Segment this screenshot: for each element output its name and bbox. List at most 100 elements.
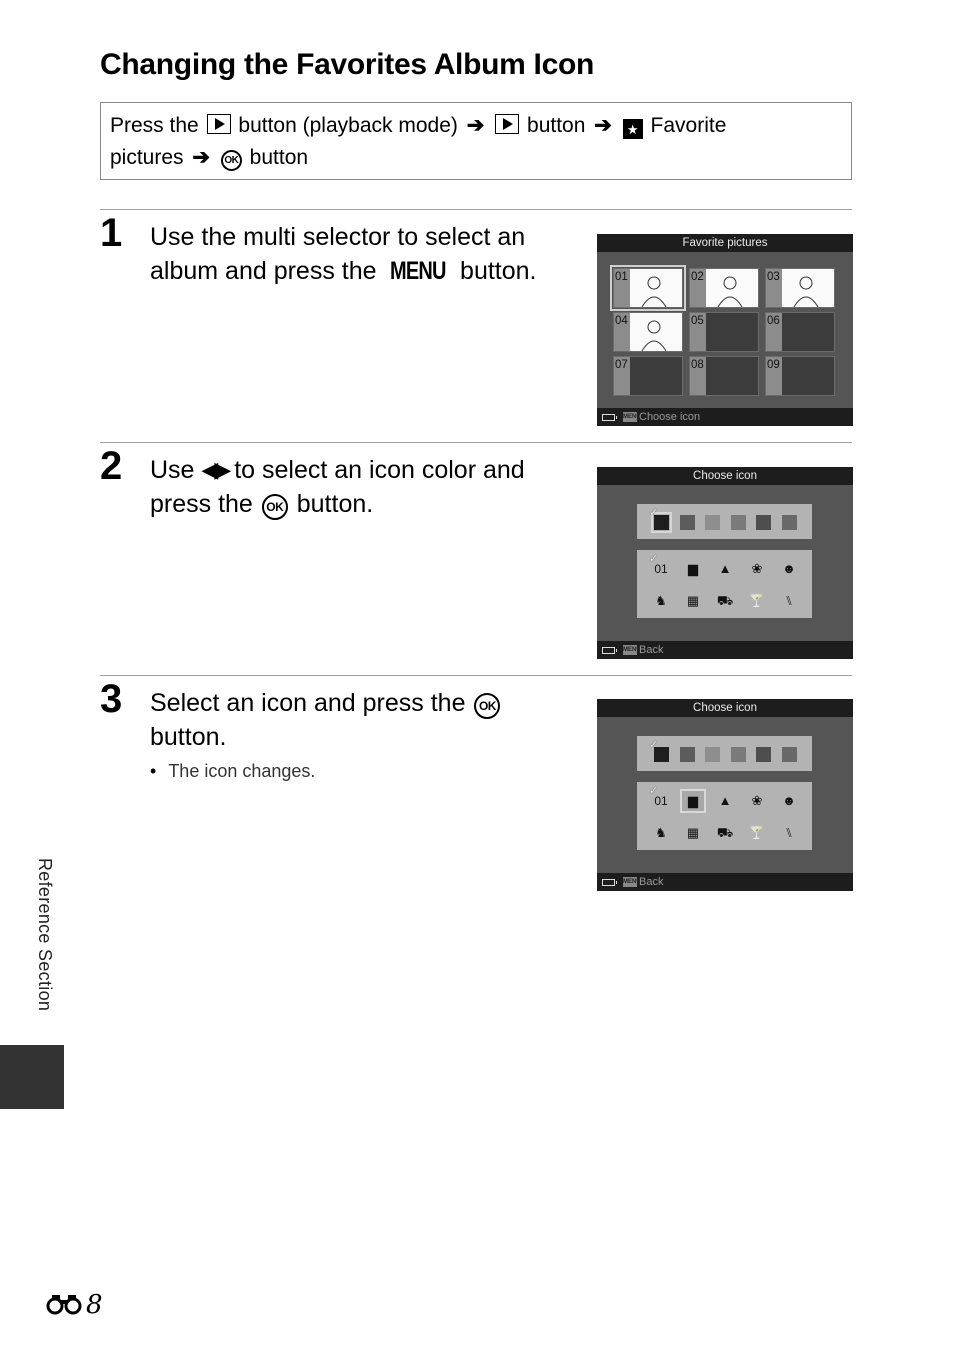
screen-header: Favorite pictures [597,234,853,252]
color-swatch[interactable] [705,747,720,762]
album-empty [630,357,682,395]
step-text-part: button. [460,257,537,285]
divider [100,675,852,676]
album-cell[interactable]: 03 [765,268,835,308]
divider [100,442,852,443]
path-text: button [527,114,586,137]
flower-icon[interactable]: ❀ [746,559,768,579]
step-text: Select an icon and press the OK button. [150,686,570,754]
car-icon[interactable]: ⛟ [714,591,736,611]
choose-icon-select-screen: Choose icon ✓ 01 ▆ ▲ ❀ ☻ ♞ ▦ ⛟ 🍸 ⑊ ✓ MENU Back [597,699,853,891]
album-thumbnail [630,269,682,308]
album-thumbnail [782,269,834,308]
album-number: 08 [690,357,706,395]
step-text-part: button. [150,723,227,751]
album-number: 03 [766,269,782,307]
arrow-icon: ➔ [594,114,612,137]
color-swatch[interactable] [730,515,746,530]
pet-icon[interactable]: ♞ [650,823,672,843]
color-panel: ✓ [637,736,812,771]
check-icon: ✓ [649,739,659,751]
screen-footer: MENU Choose icon [597,408,853,426]
building-icon[interactable]: ▦ [682,823,704,843]
color-swatch[interactable] [781,747,797,762]
playback-button-icon [495,114,520,134]
check-icon: ✓ [649,785,659,797]
flower-icon[interactable]: ❀ [746,791,768,811]
playback-button-icon [206,114,231,134]
step-text-part: Select an icon and press the [150,689,466,717]
album-number: 07 [614,357,630,395]
face-icon[interactable]: ☻ [778,559,800,579]
step-number: 1 [100,211,123,255]
color-swatch[interactable] [705,515,720,530]
album-cell[interactable]: 05 [689,312,759,352]
page-number-value: 8 [86,1290,103,1320]
screen-header: Choose icon [597,699,853,717]
check-icon: ✓ [649,507,659,519]
color-swatch[interactable] [679,747,695,762]
fork-knife-icon[interactable]: ⑊ [778,591,800,611]
battery-icon [602,879,617,886]
album-thumbnail [630,313,682,352]
briefcase-icon[interactable]: ▆ [682,559,704,579]
color-swatch[interactable] [679,515,695,530]
ok-button-icon: OK [474,693,501,719]
album-cell[interactable]: 07 [613,356,683,396]
face-icon[interactable]: ☻ [778,791,800,811]
car-icon[interactable]: ⛟ [714,823,736,843]
color-swatch[interactable] [730,747,746,762]
path-text: Favorite [650,114,727,137]
album-empty [782,313,834,351]
path-text: button [249,146,309,169]
cocktail-icon[interactable]: 🍸 [746,823,768,843]
arrow-icon: ➔ [192,146,210,169]
mountain-icon[interactable]: ▲ [714,559,736,579]
briefcase-icon[interactable]: ▆ [680,789,706,813]
color-swatch[interactable] [781,515,797,530]
favorite-pictures-screen: Favorite pictures 01 02 03 04 05 06 07 08 09 MEN… [597,234,853,426]
cocktail-icon[interactable]: 🍸 [746,591,768,611]
left-right-arrows-icon: ◀▶ [201,457,231,482]
screen-footer: MENU Back [597,873,853,891]
album-cell[interactable]: 04 [613,312,683,352]
fork-knife-icon[interactable]: ⑊ [778,823,800,843]
icon-panel: 01 ▆ ▲ ❀ ☻ ♞ ▦ ⛟ 🍸 ⑊ ✓ [637,550,812,618]
choose-icon-color-screen: Choose icon ✓ 01 ▆ ▲ ❀ ☻ ♞ ▦ ⛟ 🍸 ⑊ ✓ MENU Back [597,467,853,659]
page-number: 8 [46,1290,103,1322]
album-empty [706,357,758,395]
color-swatch[interactable] [756,747,771,762]
album-thumbnail [706,269,758,308]
color-swatch[interactable] [756,515,771,530]
album-number: 06 [766,313,782,351]
album-cell[interactable]: 09 [765,356,835,396]
menu-path-box: Press the button (playback mode) ➔ butto… [100,102,852,180]
menu-badge-icon: MENU [623,877,641,887]
album-cell[interactable]: 08 [689,356,759,396]
album-cell[interactable]: 02 [689,268,759,308]
section-tab-label: Reference Section [35,858,55,1012]
step-text: Use the multi selector to select an albu… [150,220,570,288]
album-cell[interactable]: 01 [610,265,686,311]
step-number: 2 [100,444,123,488]
step-number: 3 [100,677,123,721]
building-icon[interactable]: ▦ [682,591,704,611]
ok-button-icon: OK [261,494,288,520]
ok-button-icon: OK [220,150,242,171]
pet-icon[interactable]: ♞ [650,591,672,611]
album-number: 01 [614,269,630,307]
step-text: Use ◀▶ to select an icon color and press… [150,453,570,521]
section-tab-marker [0,1045,64,1109]
step-text-part: button. [296,490,374,518]
album-cell[interactable]: 06 [765,312,835,352]
footer-label: Back [639,876,664,888]
album-number: 05 [690,313,706,351]
album-number: 04 [614,313,630,351]
menu-badge-icon: MENU [623,412,641,422]
footer-label: Back [639,644,664,656]
mountain-icon[interactable]: ▲ [714,791,736,811]
divider [100,209,852,210]
album-empty [706,313,758,351]
battery-icon [602,647,617,654]
album-number: 02 [690,269,706,307]
